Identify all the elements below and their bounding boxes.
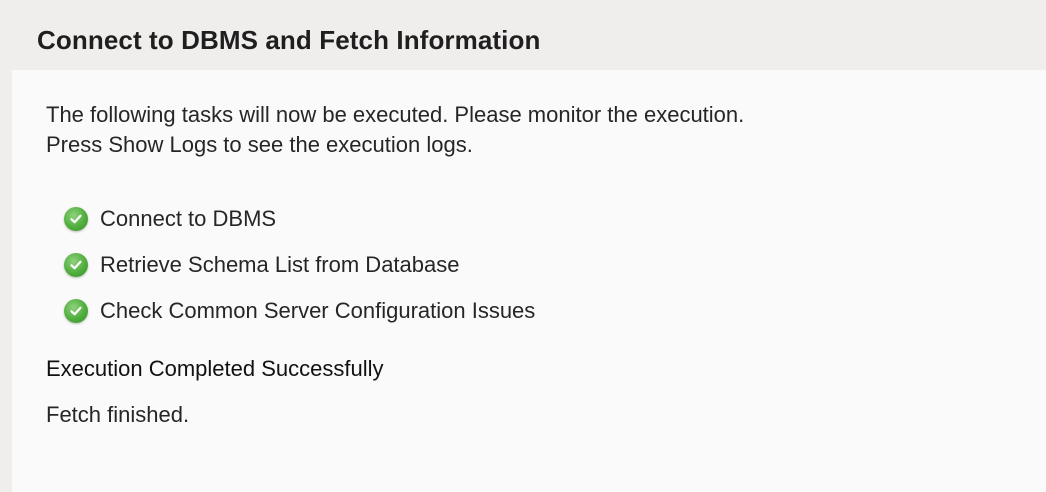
task-item-check-config: Check Common Server Configuration Issues: [64, 288, 535, 334]
intro-line-1: The following tasks will now be executed…: [46, 102, 745, 127]
task-item-retrieve-schema: Retrieve Schema List from Database: [64, 242, 535, 288]
task-label: Connect to DBMS: [100, 206, 277, 231]
page-title: Connect to DBMS and Fetch Information: [37, 25, 541, 55]
content-panel: The following tasks will now be executed…: [12, 70, 1046, 492]
check-circle-icon: [64, 207, 88, 231]
task-list: Connect to DBMS Retrieve Schema List fro…: [64, 196, 535, 334]
intro-line-2: Press Show Logs to see the execution log…: [46, 132, 473, 157]
execution-status: Execution Completed Successfully: [46, 356, 384, 381]
status-detail: Fetch finished.: [46, 402, 190, 427]
check-circle-icon: [64, 253, 88, 277]
task-label: Check Common Server Configuration Issues: [100, 298, 536, 323]
check-circle-icon: [64, 299, 88, 323]
intro-text: The following tasks will now be executed…: [46, 100, 744, 160]
task-label: Retrieve Schema List from Database: [100, 252, 460, 277]
wizard-header: Connect to DBMS and Fetch Information: [0, 0, 1046, 70]
task-item-connect: Connect to DBMS: [64, 196, 535, 242]
